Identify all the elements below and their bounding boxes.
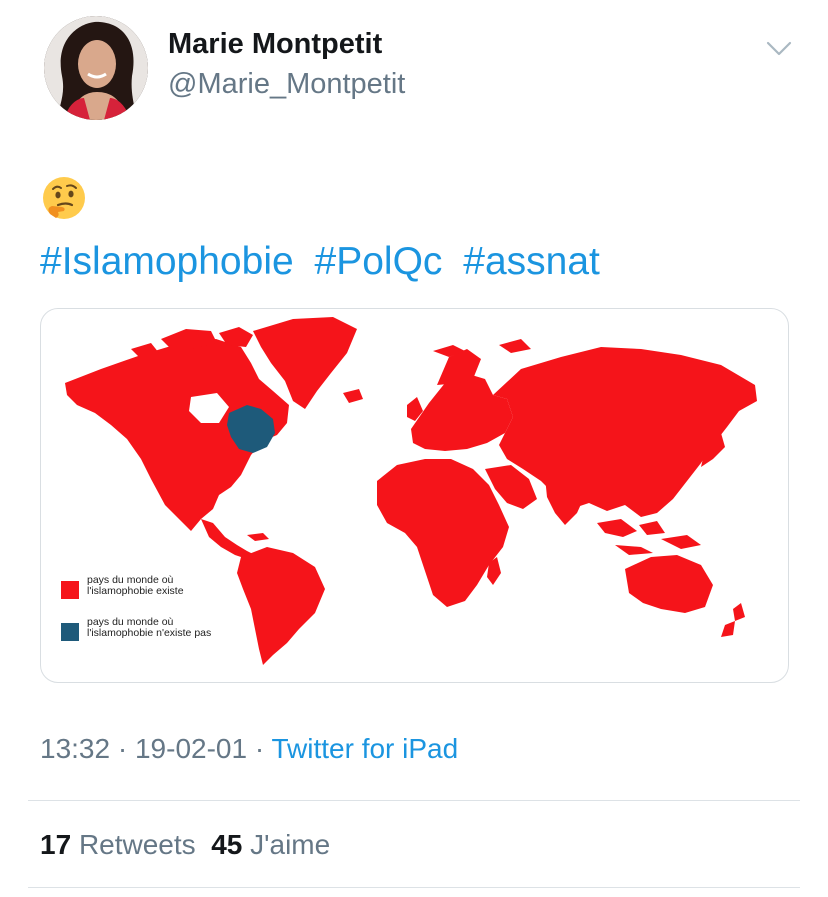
legend-label-exists: pays du monde où l'islamophobie existe: [87, 574, 184, 597]
timestamp-time[interactable]: 13:32: [40, 733, 110, 764]
timestamp-separator: ·: [254, 733, 265, 764]
retweets-label: Retweets: [78, 829, 196, 860]
user-handle[interactable]: @Marie_Montpetit: [168, 68, 405, 101]
display-name[interactable]: Marie Montpetit: [168, 28, 382, 61]
chevron-down-icon: [766, 41, 792, 56]
legend-label-not-exists: pays du monde où l'islamophobie n'existe…: [87, 616, 212, 639]
legend-item-not-exists: pays du monde où l'islamophobie n'existe…: [61, 617, 237, 641]
retweets-count: 17: [40, 829, 72, 860]
timestamp-separator: ·: [117, 733, 128, 764]
tweet-menu-button[interactable]: [764, 36, 794, 60]
tweet-timestamp: 13:32 · 19-02-01 · Twitter for iPad: [40, 733, 458, 765]
legend-item-exists: pays du monde où l'islamophobie existe: [61, 575, 237, 599]
avatar[interactable]: [44, 16, 148, 120]
likes-label: J'aime: [250, 829, 331, 860]
likes-link[interactable]: 45 J'aime: [211, 829, 330, 860]
timestamp-date[interactable]: 19-02-01: [135, 733, 247, 764]
legend-swatch-red: [61, 581, 79, 599]
retweets-link[interactable]: 17 Retweets: [40, 829, 196, 860]
hashtag-assnat[interactable]: #assnat: [463, 240, 600, 283]
likes-count: 45: [211, 829, 243, 860]
divider: [28, 800, 800, 801]
media-image[interactable]: pays du monde où l'islamophobie existe p…: [40, 308, 789, 683]
hashtag-list: #Islamophobie #PolQc #assnat: [40, 240, 610, 284]
hashtag-islamophobie[interactable]: #Islamophobie: [40, 240, 294, 283]
tweet-stats: 17 Retweets 45 J'aime: [40, 829, 330, 861]
thinking-face-icon: [40, 174, 88, 222]
hashtag-polqc[interactable]: #PolQc: [315, 240, 443, 283]
legend-swatch-blue: [61, 623, 79, 641]
divider: [28, 887, 800, 888]
profile-photo-icon: [44, 16, 148, 120]
tweet-source-link[interactable]: Twitter for iPad: [271, 733, 458, 764]
